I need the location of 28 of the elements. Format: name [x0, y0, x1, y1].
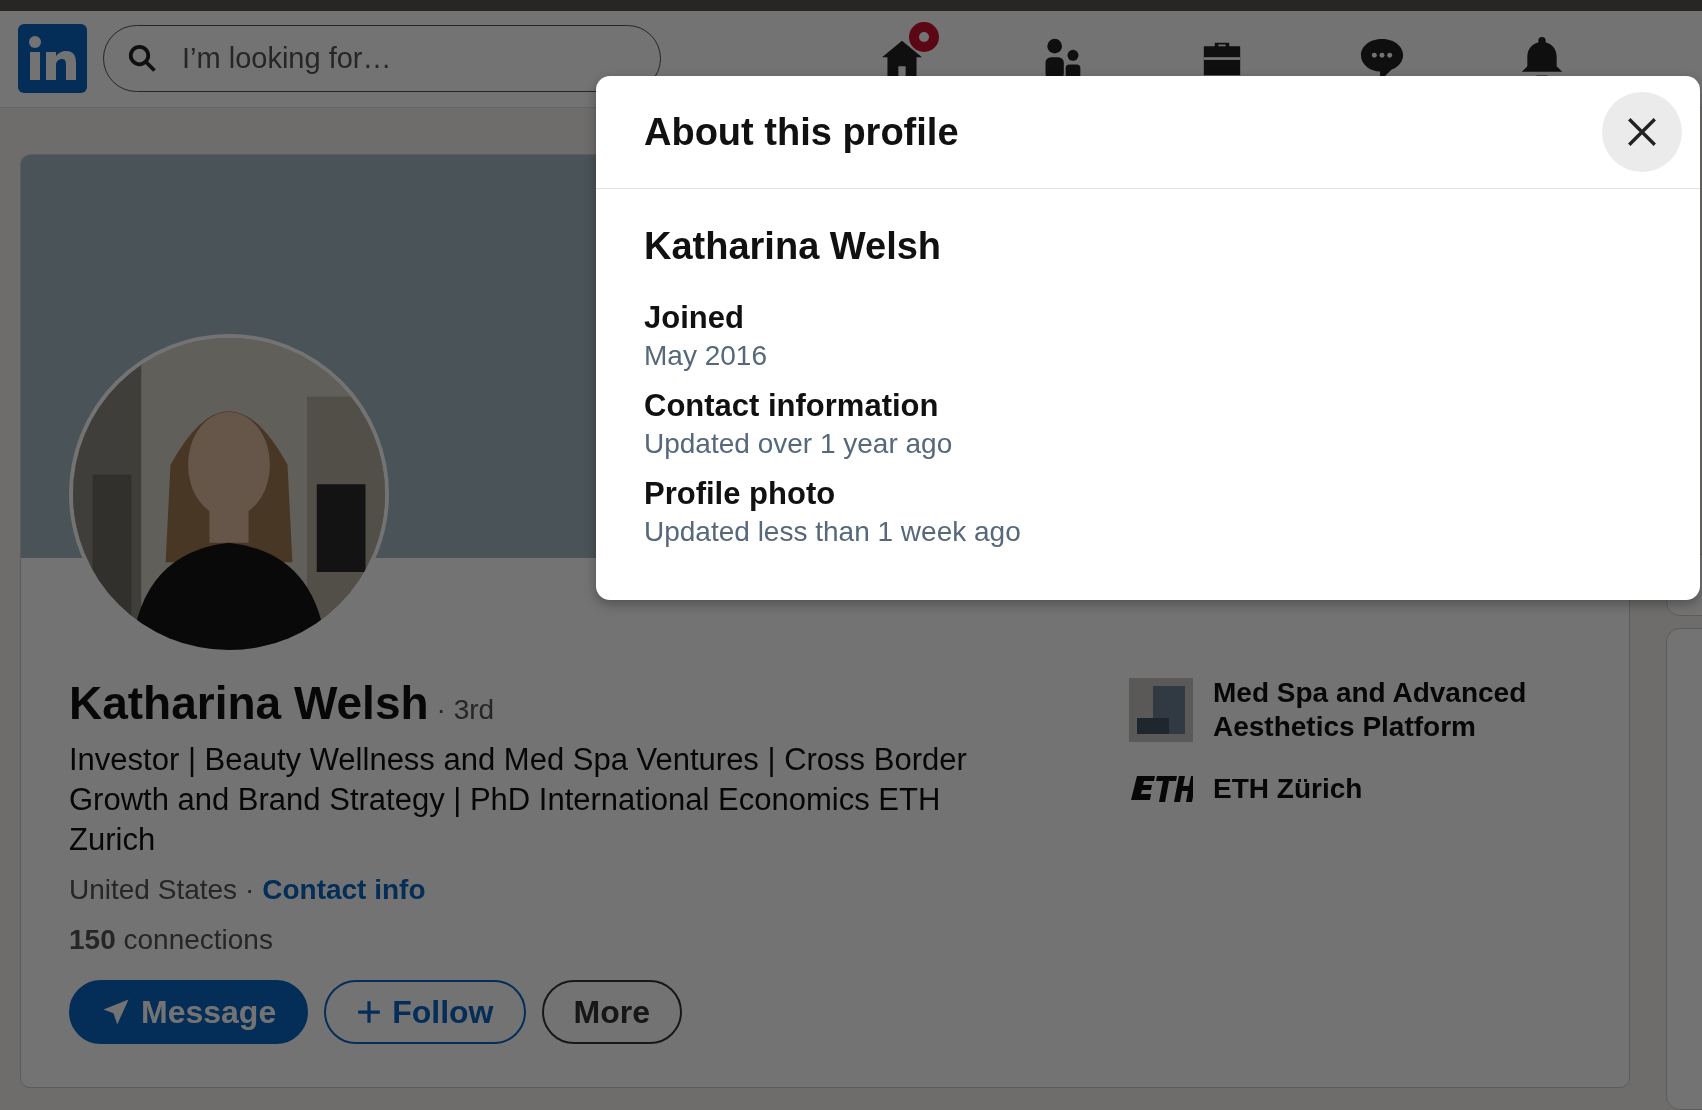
section-label: Joined — [644, 300, 745, 336]
section-value: Updated less than 1 week ago — [644, 516, 1022, 548]
section-label: Contact information — [644, 388, 940, 424]
search-icon — [127, 43, 157, 74]
organization-name[interactable]: Med Spa and Advanced Aesthetics Platform — [1213, 676, 1553, 744]
section-value: May 2016 — [644, 340, 768, 372]
home-icon — [880, 39, 924, 79]
profile-name: Katharina Welsh — [69, 676, 429, 730]
contact-info-link[interactable]: Contact info — [262, 874, 426, 906]
profile-headline: Investor | Beauty Wellness and Med Spa Ventures | Cross Border Growth and Brand Strategy | PhD International Economics ETH Zurich — [69, 741, 968, 859]
more-button[interactable]: More — [541, 980, 682, 1044]
company-logo — [1129, 678, 1193, 742]
section-label: Profile photo — [644, 476, 837, 512]
dialog-title: About this profile — [644, 110, 959, 154]
follow-button[interactable]: Follow — [324, 980, 526, 1044]
connection-degree: · 3rd — [436, 694, 495, 726]
school-logo — [1129, 774, 1193, 804]
location-text: United States · — [69, 874, 255, 906]
linkedin-logo[interactable] — [18, 24, 87, 94]
close-icon — [1625, 115, 1659, 149]
plus-icon — [356, 999, 383, 1025]
send-icon — [101, 997, 131, 1027]
message-button[interactable]: Message — [69, 980, 309, 1044]
organization-name[interactable]: ETH Zürich — [1213, 772, 1553, 806]
section-value: Updated over 1 year ago — [644, 428, 954, 460]
search-field[interactable]: I’m looking for… — [103, 25, 661, 93]
dialog-profile-name: Katharina Welsh — [644, 225, 943, 268]
connections-count: 150 connections — [69, 924, 274, 956]
